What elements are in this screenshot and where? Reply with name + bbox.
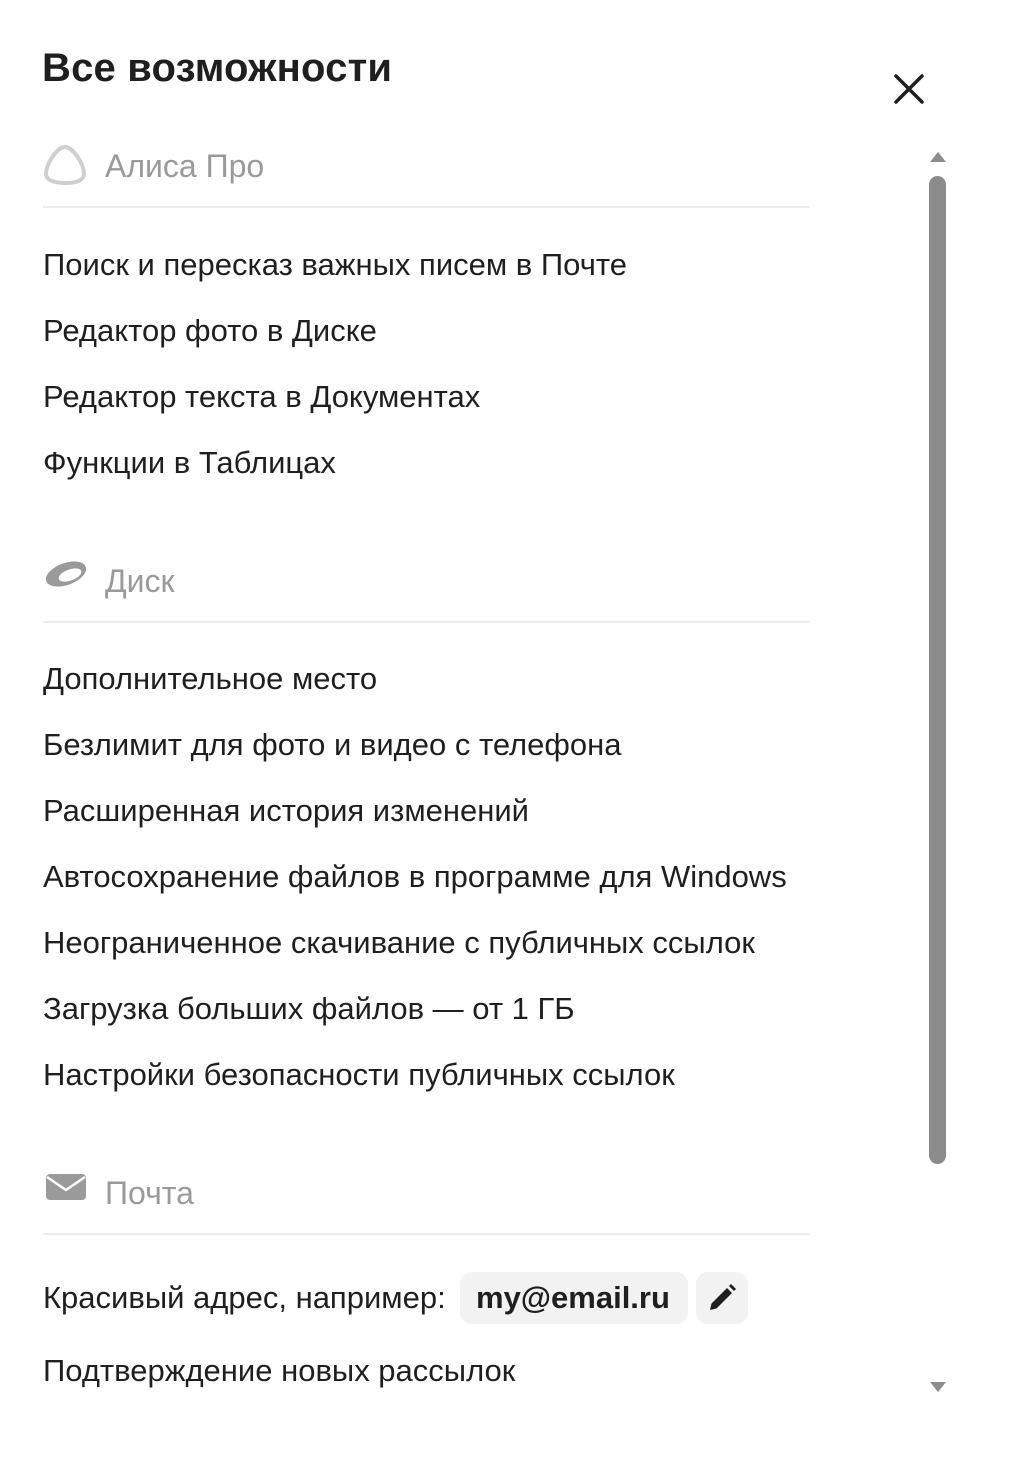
feature-item-address: Красивый адрес, например: — [43, 1280, 446, 1315]
envelope-icon — [43, 1169, 89, 1215]
feature-item: Дополнительное место — [43, 661, 378, 696]
scrollbar[interactable] — [926, 140, 950, 1402]
scroll-down-arrow-icon[interactable] — [928, 1378, 948, 1398]
section-header-disk: Диск — [43, 557, 810, 623]
section-label-disk: Диск — [105, 563, 175, 599]
features-list: Алиса Про Поиск и пересказ важных писем … — [0, 0, 1015, 1467]
edit-address-button[interactable] — [696, 1272, 748, 1324]
feature-item: Функции в Таблицах — [43, 445, 336, 480]
section-label-alice: Алиса Про — [105, 148, 265, 184]
pencil-icon — [710, 1284, 736, 1310]
scrollbar-thumb[interactable] — [929, 176, 946, 1164]
feature-item: Подтверждение новых рассылок — [43, 1353, 516, 1388]
disk-icon — [43, 557, 89, 603]
email-example-chip: my@email.ru — [460, 1272, 688, 1324]
alice-icon — [43, 142, 89, 188]
section-label-mail: Почта — [105, 1175, 194, 1211]
feature-item: Загрузка больших файлов — от 1 ГБ — [43, 991, 575, 1026]
feature-item: Расширенная история изменений — [43, 793, 529, 828]
feature-item: Поиск и пересказ важных писем в Почте — [43, 247, 627, 282]
feature-item: Неограниченное скачивание с публичных сс… — [43, 925, 755, 960]
feature-item: Автосохранение файлов в программе для Wi… — [43, 859, 787, 894]
feature-item: Редактор фото в Диске — [43, 313, 377, 348]
scroll-up-arrow-icon[interactable] — [928, 146, 948, 166]
feature-item: Настройки безопасности публичных ссылок — [43, 1057, 675, 1092]
feature-item: Редактор текста в Документах — [43, 379, 481, 414]
section-header-alice: Алиса Про — [43, 142, 810, 208]
feature-item: Безлимит для фото и видео с телефона — [43, 727, 622, 762]
section-header-mail: Почта — [43, 1169, 810, 1235]
